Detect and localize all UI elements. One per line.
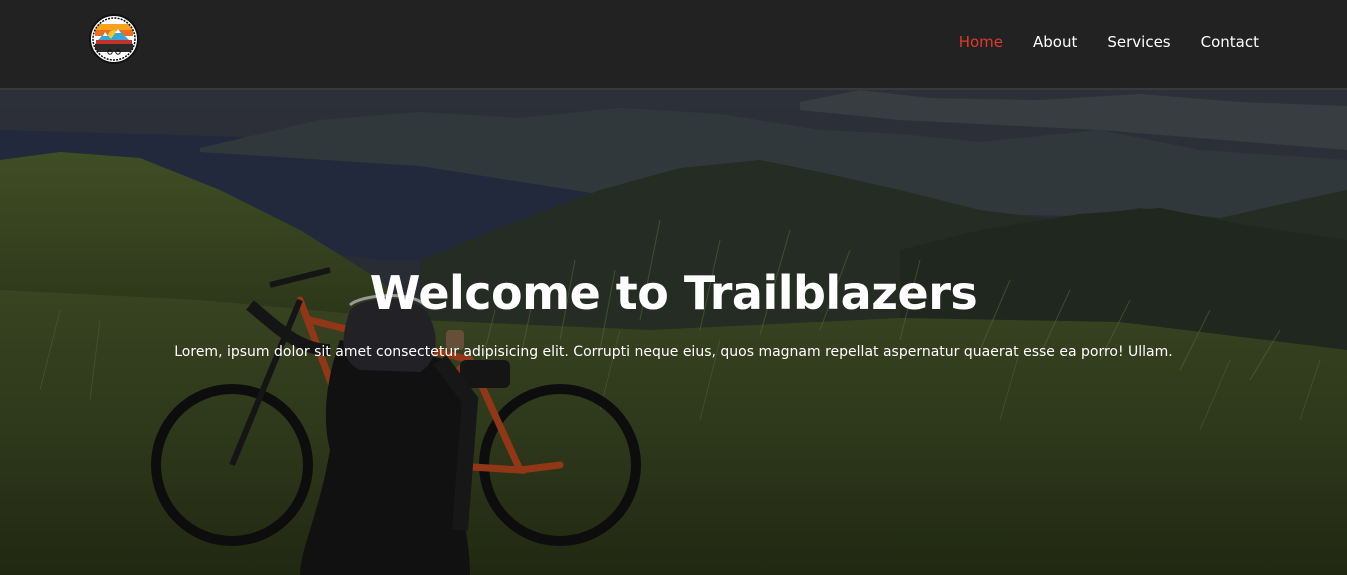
nav-link-home[interactable]: Home <box>959 30 1003 54</box>
nav-link-services[interactable]: Services <box>1107 30 1170 54</box>
nav-link-contact[interactable]: Contact <box>1201 30 1259 54</box>
main-nav: Home About Services Contact <box>959 30 1259 54</box>
trailblazers-logo[interactable] <box>89 14 139 64</box>
hero-section: Welcome to Trailblazers Lorem, ipsum dol… <box>0 90 1347 575</box>
nav-link-about[interactable]: About <box>1033 30 1077 54</box>
navbar: Home About Services Contact <box>0 0 1347 90</box>
hero-title: Welcome to Trailblazers <box>369 266 978 320</box>
hero-subtitle: Lorem, ipsum dolor sit amet consectetur … <box>174 344 1173 360</box>
hero-overlay <box>0 90 1347 575</box>
logo-mountain-icon <box>92 17 136 61</box>
